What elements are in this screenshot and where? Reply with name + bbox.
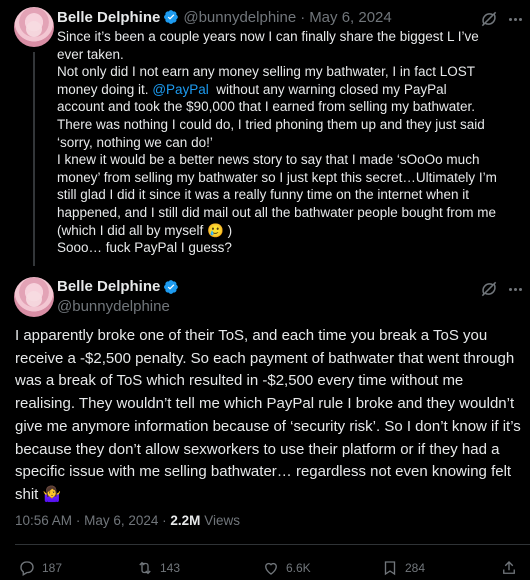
like-icon bbox=[265, 562, 277, 575]
more-icon[interactable] bbox=[505, 9, 525, 29]
bookmark-icon bbox=[384, 561, 396, 576]
tweet-header: Belle Delphine @bunnydelphine · May 6, 2… bbox=[57, 7, 392, 27]
verified-badge-icon bbox=[164, 10, 179, 24]
author-name-row: Belle Delphine bbox=[57, 278, 179, 295]
bookmark-button[interactable]: 284 bbox=[381, 559, 425, 577]
repost-count: 143 bbox=[160, 561, 181, 575]
more-icon[interactable] bbox=[505, 279, 525, 299]
reply-icon bbox=[20, 561, 34, 576]
avatar[interactable] bbox=[14, 7, 54, 47]
author-name[interactable]: Belle Delphine bbox=[57, 278, 160, 295]
avatar[interactable] bbox=[14, 277, 54, 317]
bookmark-count: 284 bbox=[405, 561, 426, 575]
author-name[interactable]: Belle Delphine bbox=[57, 9, 160, 26]
thread-line bbox=[33, 52, 35, 266]
paypal-mention-link[interactable]: @PayPal bbox=[152, 82, 208, 97]
grok-icon[interactable] bbox=[479, 9, 499, 29]
post-date[interactable]: May 6, 2024 bbox=[84, 513, 158, 528]
like-count: 6.6K bbox=[286, 561, 311, 575]
separator: · bbox=[300, 8, 306, 26]
handle[interactable]: @bunnydelphine bbox=[183, 9, 296, 26]
views-label: Views bbox=[204, 513, 240, 528]
repost-button[interactable]: 143 bbox=[136, 559, 180, 577]
share-icon bbox=[503, 561, 515, 574]
grok-icon[interactable] bbox=[479, 279, 499, 299]
smile-tear-emoji: 🥲 bbox=[207, 222, 224, 238]
post-time[interactable]: 10:56 AM bbox=[15, 513, 72, 528]
tweet-text: Since it’s been a couple years now I can… bbox=[57, 29, 497, 256]
share-button[interactable] bbox=[500, 559, 518, 577]
reply-button[interactable]: 187 bbox=[18, 559, 62, 577]
tweet-text: I apparently broke one of their ToS, and… bbox=[15, 325, 525, 507]
shrug-emoji: 🤷‍♀️ bbox=[42, 485, 62, 503]
post-date[interactable]: May 6, 2024 bbox=[309, 9, 392, 26]
handle[interactable]: @bunnydelphine bbox=[57, 298, 170, 315]
repost-icon bbox=[139, 561, 151, 575]
post-meta: 10:56 AM · May 6, 2024 · 2.2M Views bbox=[15, 513, 240, 528]
like-button[interactable]: 6.6K bbox=[262, 559, 311, 577]
views-count: 2.2M bbox=[170, 513, 201, 528]
divider bbox=[15, 544, 530, 545]
reply-count: 187 bbox=[42, 561, 63, 575]
verified-badge-icon bbox=[164, 279, 179, 294]
